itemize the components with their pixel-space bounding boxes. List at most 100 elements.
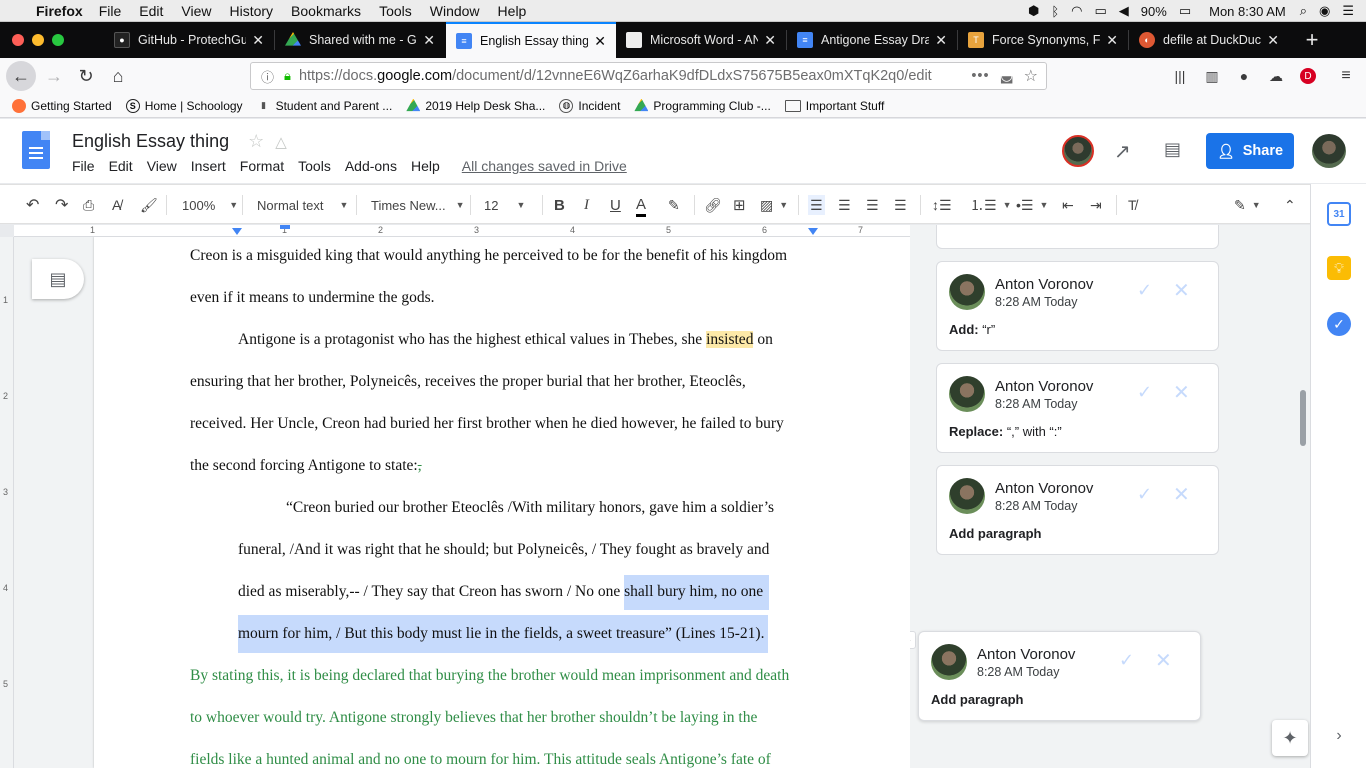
pocket-icon[interactable]: ◛	[1000, 68, 1014, 84]
accept-suggestion-icon[interactable]: ✓	[1137, 382, 1152, 403]
star-icon[interactable]: ☆	[248, 131, 264, 151]
document-title[interactable]: English Essay thing ☆ △	[72, 131, 287, 152]
siri-icon[interactable]: ◉	[1319, 3, 1330, 19]
browser-tab[interactable]: Shared with me - Google Drive ✕	[275, 22, 445, 58]
selected-text[interactable]: shall bury him, no one	[624, 575, 770, 610]
info-icon[interactable]: ⓘ	[261, 67, 274, 86]
decrease-indent-icon[interactable]: ⇤	[1062, 195, 1074, 215]
font-family-select[interactable]: Times New... ▼	[371, 195, 465, 215]
page-actions-icon[interactable]: •••	[971, 68, 989, 84]
menu-edit[interactable]: Edit	[139, 3, 163, 19]
hamburger-menu-icon[interactable]: ≡	[1332, 62, 1360, 90]
close-window-button[interactable]	[12, 34, 24, 46]
menu-window[interactable]: Window	[430, 3, 480, 19]
suggesting-mode-icon[interactable]: ✎ ▼	[1234, 195, 1261, 215]
add-comment-icon[interactable]: +	[910, 631, 916, 649]
undo-icon[interactable]: ↶	[26, 195, 39, 215]
selected-text-line[interactable]: mourn for him, / But this body must lie …	[238, 615, 769, 653]
docs-menu-help[interactable]: Help	[411, 158, 440, 174]
spellcheck-icon[interactable]: A̸	[112, 195, 121, 215]
bookmark-item[interactable]: 2019 Help Desk Sha...	[406, 98, 545, 113]
bookmark-item[interactable]: ◍ Incident	[559, 98, 620, 113]
bookmark-item[interactable]: Programming Club -...	[634, 98, 771, 113]
menu-tools[interactable]: Tools	[379, 3, 412, 19]
reject-suggestion-icon[interactable]: ✕	[1173, 482, 1190, 507]
highlight-color-icon[interactable]: ✎	[668, 195, 680, 215]
justify-icon[interactable]: ☰	[894, 195, 907, 215]
sidebar-icon[interactable]: ▥	[1198, 62, 1226, 90]
airplay-icon[interactable]: ▭	[1094, 3, 1106, 19]
text-line[interactable]: died as miserably,-- / They say that Cre…	[238, 575, 770, 610]
horizontal-ruler[interactable]: 1 1 2 3 4 5 6 7	[14, 225, 910, 237]
reload-icon[interactable]: ↻	[72, 62, 100, 90]
first-line-indent-marker[interactable]	[280, 225, 290, 229]
suggestion-card-focused[interactable]: Anton Voronov 8:28 AM Today ✓ ✕ Add para…	[918, 631, 1201, 721]
insert-image-icon[interactable]: ▨ ▼	[760, 195, 788, 215]
reject-suggestion-icon[interactable]: ✕	[1173, 278, 1190, 303]
print-icon[interactable]: ⎙	[83, 195, 94, 215]
move-to-folder-icon[interactable]: △	[275, 134, 287, 151]
close-tab-icon[interactable]: ✕	[423, 32, 435, 49]
browser-tab[interactable]: ≡ Antigone Essay Draft ✕	[787, 22, 957, 58]
library-icon[interactable]: |||	[1166, 62, 1194, 90]
text-line[interactable]: the second forcing Antigone to state:,	[190, 457, 422, 475]
close-tab-icon[interactable]: ✕	[594, 33, 606, 50]
close-tab-icon[interactable]: ✕	[764, 32, 776, 49]
expand-panel-chevron-icon[interactable]: ›	[1327, 724, 1351, 748]
commented-word[interactable]: insisted	[706, 331, 754, 348]
comment-history-icon[interactable]: ▤	[1164, 139, 1181, 160]
increase-indent-icon[interactable]: ⇥	[1090, 195, 1102, 215]
google-docs-logo-icon[interactable]	[22, 131, 50, 169]
line-spacing-icon[interactable]: ↕☰	[932, 195, 952, 215]
calendar-icon[interactable]: 31	[1327, 202, 1351, 226]
new-tab-icon[interactable]: +	[1294, 22, 1330, 58]
document-outline-icon[interactable]: ▤	[32, 259, 84, 299]
clock[interactable]: Mon 8:30 AM	[1209, 4, 1286, 19]
align-left-icon[interactable]: ☰	[808, 195, 825, 215]
bold-icon[interactable]: B	[554, 195, 565, 215]
underline-icon[interactable]: U	[610, 195, 621, 215]
minimize-window-button[interactable]	[32, 34, 44, 46]
bookmark-item[interactable]: S Home | Schoology	[125, 98, 243, 113]
save-status-link[interactable]: All changes saved in Drive	[462, 158, 627, 174]
bookmark-item[interactable]: Getting Started	[12, 98, 112, 113]
right-indent-marker[interactable]	[808, 228, 818, 235]
align-center-icon[interactable]: ☰	[838, 195, 851, 215]
menu-help[interactable]: Help	[498, 3, 527, 19]
menu-view[interactable]: View	[181, 3, 211, 19]
back-arrow-icon[interactable]: ←	[6, 61, 36, 91]
document-scrollbar[interactable]	[1300, 390, 1306, 446]
cube-icon[interactable]: ⬢	[1028, 3, 1039, 19]
italic-icon[interactable]: I	[584, 195, 589, 215]
battery-icon[interactable]: ▭	[1179, 3, 1191, 19]
menu-history[interactable]: History	[229, 3, 273, 19]
share-button[interactable]: 👤︎ Share	[1206, 133, 1294, 169]
menu-bookmarks[interactable]: Bookmarks	[291, 3, 361, 19]
zoom-select[interactable]: 100% ▼	[182, 195, 238, 215]
browser-tab[interactable]: Microsoft Word - ANTIGONE ✕	[616, 22, 786, 58]
docs-menu-addons[interactable]: Add-ons	[345, 158, 397, 174]
notification-center-icon[interactable]: ☰	[1342, 3, 1354, 19]
insert-link-icon[interactable]: 🔗︎	[704, 195, 722, 215]
suggested-deletion[interactable]: ,	[418, 457, 422, 474]
browser-tab[interactable]: ◐ defile at DuckDuckGo ✕	[1129, 22, 1289, 58]
redo-icon[interactable]: ↷	[55, 195, 68, 215]
insert-comment-icon[interactable]: ⊞	[733, 195, 746, 215]
text-line[interactable]: Creon is a misguided king that would any…	[190, 247, 787, 265]
browser-tab[interactable]: ● GitHub - ProtechGuru ✕	[104, 22, 274, 58]
url-bar[interactable]: ⓘ 🔒︎ https://docs.google.com/document/d/…	[250, 62, 1047, 90]
wifi-icon[interactable]: ◠	[1071, 3, 1082, 19]
bookmark-star-icon[interactable]: ☆	[1024, 66, 1038, 86]
text-line[interactable]: received. Her Uncle, Creon had buried he…	[190, 415, 784, 433]
suggested-text-line[interactable]: fields like a hunted animal and no one t…	[190, 751, 771, 768]
left-indent-marker[interactable]	[232, 228, 242, 235]
zoom-window-button[interactable]	[52, 34, 64, 46]
docs-menu-edit[interactable]: Edit	[109, 158, 133, 174]
browser-tab[interactable]: T Force Synonyms, Force Antonyms ✕	[958, 22, 1128, 58]
text-line[interactable]: Antigone is a protagonist who has the hi…	[238, 331, 773, 349]
account-icon[interactable]: ●	[1230, 62, 1258, 90]
accept-suggestion-icon[interactable]: ✓	[1119, 650, 1134, 671]
collapse-menus-icon[interactable]: ⌃	[1284, 195, 1296, 215]
keep-icon[interactable]: 💡︎	[1327, 256, 1351, 280]
docs-menu-format[interactable]: Format	[240, 158, 284, 174]
